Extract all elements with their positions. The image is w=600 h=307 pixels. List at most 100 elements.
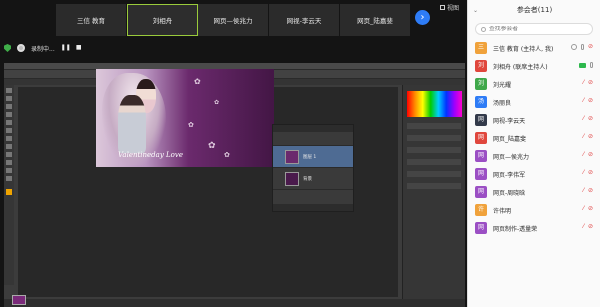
microphone-muted-icon[interactable]: ⁄ (583, 134, 584, 140)
participant-status: ⁄ ⊘ (583, 170, 593, 176)
video-strip: 三信 教育 刘相舟 网页—侯兆力 网视-李云天 网页_陆嘉斐 (56, 4, 411, 36)
camera-off-icon[interactable]: ⊘ (588, 206, 593, 212)
participant-status (579, 62, 593, 68)
man-figure (118, 95, 146, 153)
participant-status: ⁄ ⊘ (583, 116, 593, 122)
foreground-color-icon (6, 189, 12, 195)
participant-status: ⁄ ⊘ (583, 152, 593, 158)
participant-row[interactable]: 三三信 教育 (主持人, 我) ⊘ (468, 39, 600, 57)
flower-icon: ✿ (224, 151, 230, 159)
participant-row[interactable]: 汤汤丽良 ⁄ ⊘ (468, 93, 600, 111)
camera-off-icon[interactable]: ⊘ (588, 98, 593, 104)
layer-name: 图层 1 (303, 154, 317, 160)
participant-row[interactable]: 许许伟明 ⁄ ⊘ (468, 201, 600, 219)
layer-thumbnail (285, 171, 299, 186)
participant-status: ⊘ (570, 44, 593, 50)
participant-status: ⁄ ⊘ (583, 134, 593, 140)
avatar: 汤 (475, 96, 487, 108)
camera-off-icon[interactable]: ⊘ (588, 134, 593, 140)
tool-icon (6, 104, 12, 109)
participant-name: 网页制作-透量荣 (493, 225, 538, 233)
microphone-icon[interactable] (590, 62, 593, 68)
stop-recording-button[interactable]: ■ (75, 44, 83, 52)
chevron-right-icon[interactable]: › (415, 10, 430, 25)
participant-row[interactable]: 刘刘光耀 ⁄ ⊘ (468, 75, 600, 93)
participant-row[interactable]: 网网页_陆嘉斐 ⁄ ⊘ (468, 129, 600, 147)
participants-title: 参会者(11) (516, 6, 553, 14)
avatar: 网 (475, 132, 487, 144)
video-tile[interactable]: 网视-李云天 (269, 4, 340, 36)
design-caption: Valentineday Love (118, 151, 183, 159)
participant-row[interactable]: 网网页-李伟军 ⁄ ⊘ (468, 165, 600, 183)
flower-icon: ✿ (208, 141, 216, 151)
participant-name: 网视-李云天 (493, 117, 526, 125)
microphone-muted-icon[interactable]: ⁄ (583, 170, 584, 176)
participant-row[interactable]: 网网页—侯兆力 ⁄ ⊘ (468, 147, 600, 165)
view-label: 视图 (447, 5, 460, 12)
microphone-muted-icon[interactable]: ⁄ (583, 224, 584, 230)
tool-icon (6, 120, 12, 125)
microphone-muted-icon[interactable]: ⁄ (583, 206, 584, 212)
camera-off-icon[interactable]: ⊘ (588, 224, 593, 230)
camera-off-icon[interactable]: ⊘ (588, 116, 593, 122)
video-tile[interactable]: 三信 教育 (56, 4, 127, 36)
record-icon (17, 44, 25, 52)
microphone-muted-icon[interactable]: ⁄ (583, 98, 584, 104)
microphone-muted-icon[interactable]: ⁄ (583, 152, 584, 158)
panel-row (407, 159, 461, 165)
microphone-muted-icon[interactable]: ⁄ (583, 80, 584, 86)
camera-on-icon[interactable] (579, 62, 586, 68)
swatches-panel (407, 91, 462, 117)
tool-icon (6, 128, 12, 133)
layer-row[interactable]: 背景 (273, 168, 353, 190)
tool-icon (6, 168, 12, 173)
participant-status: ⁄ ⊘ (583, 224, 593, 230)
participant-name: 汤丽良 (493, 99, 512, 107)
layer-row[interactable]: 图层 1 (273, 146, 353, 168)
search-icon (481, 26, 486, 32)
participant-name: 刘光耀 (493, 81, 512, 89)
video-tile[interactable]: 网页_陆嘉斐 (340, 4, 411, 36)
tool-icon (6, 144, 12, 149)
participant-row[interactable]: 网网页-周晓晗 ⁄ ⊘ (468, 183, 600, 201)
participant-search-input[interactable] (489, 26, 589, 32)
microphone-muted-icon[interactable]: ⁄ (583, 116, 584, 122)
shield-icon (4, 44, 11, 52)
video-tile-active[interactable]: 刘相舟 (127, 4, 198, 36)
microphone-icon[interactable] (580, 44, 584, 50)
participant-name: 网页-周晓晗 (493, 189, 526, 197)
camera-off-icon[interactable]: ⊘ (588, 152, 593, 158)
avatar: 刘 (475, 78, 487, 90)
panel-row (407, 135, 461, 141)
participant-row[interactable]: 网网页制作-透量荣 ⁄ ⊘ (468, 219, 600, 237)
tool-icon (6, 88, 12, 93)
grid-icon (440, 5, 445, 10)
avatar: 许 (475, 204, 487, 216)
avatar: 网 (475, 114, 487, 126)
flower-icon: ✿ (214, 99, 220, 106)
camera-off-icon[interactable]: ⊘ (588, 188, 593, 194)
panel-row (407, 171, 461, 177)
participants-header: ⌄ 参会者(11) (468, 0, 600, 20)
participant-row[interactable]: 刘刘相舟 (联席主持人) (468, 57, 600, 75)
participant-row[interactable]: 网网视-李云天 ⁄ ⊘ (468, 111, 600, 129)
participant-name: 网页—侯兆力 (493, 153, 530, 161)
view-switch-button[interactable]: 视图 (440, 3, 459, 12)
video-tile[interactable]: 网页—侯兆力 (198, 4, 269, 36)
participant-name: 网页-李伟军 (493, 171, 526, 179)
participant-name: 许伟明 (493, 207, 512, 215)
panel-row (407, 123, 461, 129)
camera-off-icon[interactable]: ⊘ (588, 80, 593, 86)
design-image: ✿ ✿ ✿ ✿ ✿ Valentineday Love (96, 69, 274, 167)
tool-icon (6, 160, 12, 165)
camera-off-icon[interactable]: ⊘ (588, 170, 593, 176)
tool-icon (6, 152, 12, 157)
participant-status: ⁄ ⊘ (583, 98, 593, 104)
participant-list: 三三信 教育 (主持人, 我) ⊘ 刘刘相舟 (联席主持人) 刘刘光耀 ⁄ ⊘ 汤汤丽良 ⁄ ⊘… (468, 39, 600, 237)
layers-panel-header (273, 125, 353, 132)
panel-row (407, 183, 461, 189)
pause-recording-button[interactable]: ❚❚ (61, 44, 71, 52)
layer-thumbnail (285, 149, 299, 164)
camera-off-icon[interactable]: ⊘ (588, 44, 593, 50)
microphone-muted-icon[interactable]: ⁄ (583, 188, 584, 194)
